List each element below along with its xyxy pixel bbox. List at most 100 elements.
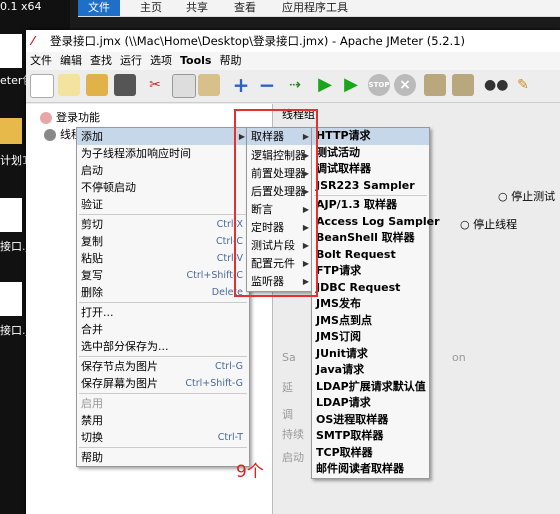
menu-edit[interactable]: 编辑 [56,52,86,70]
menu-separator [79,393,247,394]
menu-options[interactable]: 选项 [146,52,176,70]
red-highlight-box [234,109,318,297]
faint-label: 调 [282,408,293,421]
templates-icon[interactable] [58,74,80,96]
desktop-label-plan[interactable]: 计划1 [0,152,29,168]
sampler-test-action[interactable]: 测试活动 [312,145,429,162]
faint-label: 持续 [282,428,304,441]
menu-item-merge[interactable]: 合并 [77,321,249,338]
menu-item-add-response-time[interactable]: 为子线程添加响应时间 [77,145,249,162]
sampler-access-log[interactable]: Access Log Sampler [312,214,440,231]
menu-item-start[interactable]: 启动 [77,162,249,179]
collapse-icon[interactable]: − [256,74,278,96]
menu-item-save-selection[interactable]: 选中部分保存为... [77,338,249,355]
menu-tools[interactable]: Tools [176,52,215,70]
jmeter-feather-icon: ⁄ [32,34,35,48]
open-icon[interactable] [86,74,108,96]
sampler-jms-subscriber[interactable]: JMS订阅 [312,329,429,346]
faint-label: on [452,351,466,364]
menu-item-disable[interactable]: 禁用 [77,412,249,429]
sampler-bolt[interactable]: Bolt Request [312,247,429,264]
menu-item-paste[interactable]: 粘贴 Ctrl-V [77,250,249,267]
sampler-jdbc[interactable]: JDBC Request [312,280,429,297]
folder-icon[interactable] [0,118,22,144]
menu-separator [79,214,247,215]
paste-icon[interactable] [198,74,220,96]
desktop-label-top: 0.1 x64 [0,0,42,13]
start-no-pause-icon[interactable]: ▶ [340,74,362,96]
search-icon[interactable]: ●● [484,74,508,96]
cut-icon[interactable]: ✂ [144,74,166,96]
menu-file[interactable]: 文件 [26,52,56,70]
faint-label: Sa [282,351,296,364]
menu-item-delete[interactable]: 删除 Delete [77,284,249,301]
save-icon[interactable] [114,74,136,96]
expand-icon[interactable]: + [230,74,252,96]
radio-stop-test-label[interactable]: ○ 停止测试 [498,188,555,204]
stop-icon: STOP [368,74,390,96]
desktop-file-icon[interactable] [0,34,22,68]
sampler-ftp[interactable]: FTP请求 [312,263,429,280]
radio-stop-thread[interactable]: ○ 停止线程 [460,216,517,232]
toggle-icon[interactable]: ⇢ [284,74,306,96]
sampler-os-process[interactable]: OS进程取样器 [312,412,429,429]
gear-icon [44,129,56,141]
ribbon-tab-file[interactable]: 文件 [78,0,120,16]
clear-all-icon[interactable] [452,74,474,96]
sampler-ldap-extended[interactable]: LDAP扩展请求默认值 [312,379,429,396]
start-icon[interactable]: ▶ [314,74,336,96]
menu-item-toggle[interactable]: 切换 Ctrl-T [77,429,249,446]
reset-search-icon[interactable]: ✎ [512,74,534,96]
menu-item-open[interactable]: 打开... [77,304,249,321]
sampler-tcp[interactable]: TCP取样器 [312,445,429,462]
menu-item-save-screen-image[interactable]: 保存屏幕为图片 Ctrl+Shift-G [77,375,249,392]
sampler-ajp[interactable]: AJP/1.3 取样器 [312,197,429,214]
desktop-jmx-icon[interactable] [0,198,22,232]
shutdown-icon: × [394,74,416,96]
sampler-jms-publisher[interactable]: JMS发布 [312,296,429,313]
sampler-jsr223[interactable]: JSR223 Sampler [312,178,429,195]
menu-item-enable: 启用 [81,397,103,410]
menu-item-duplicate[interactable]: 复写 Ctrl+Shift-C [77,267,249,284]
sampler-smtp[interactable]: SMTP取样器 [312,428,429,445]
clear-icon[interactable] [424,74,446,96]
desktop-jmx-icon[interactable] [0,282,22,316]
sampler-java[interactable]: Java请求 [312,362,429,379]
sampler-mail-reader[interactable]: 邮件阅读者取样器 [312,461,429,478]
menu-item-copy[interactable]: 复制 Ctrl-C [77,233,249,250]
menu-item-help[interactable]: 帮助 [77,449,249,466]
ribbon-tab-view[interactable]: 查看 [234,0,256,16]
ribbon-tab-home[interactable]: 主页 [140,0,162,16]
annotation-count: 9个 [236,462,264,482]
menu-item-start-no-pause[interactable]: 不停顿启动 [77,179,249,196]
menu-search[interactable]: 查找 [86,52,116,70]
tree-node-root[interactable]: 登录功能 [40,109,100,125]
menu-item-add[interactable]: 添加 ▶ [77,128,249,145]
menu-help[interactable]: 帮助 [215,52,245,70]
new-icon[interactable] [30,74,54,98]
sampler-jms-p2p[interactable]: JMS点到点 [312,313,429,330]
menu-separator [79,302,247,303]
title-bar: ⁄ 登录接口.jmx (\\Mac\Home\Desktop\登录接口.jmx)… [26,30,560,52]
explorer-ribbon: 文件 主页 共享 查看 应用程序工具 [78,0,560,17]
menu-separator [314,195,427,196]
sampler-beanshell[interactable]: BeanShell 取样器 [312,230,429,247]
toolbar: ✂ + − ⇢ ▶ ▶ STOP × ●● ✎ [26,70,560,103]
menu-bar: 文件 编辑 查找 运行 选项 Tools 帮助 [26,52,560,70]
copy-icon[interactable] [172,74,196,98]
menu-item-save-node-image[interactable]: 保存节点为图片 Ctrl-G [77,358,249,375]
menu-run[interactable]: 运行 [116,52,146,70]
sampler-http-request[interactable]: HTTP请求 [312,128,429,145]
sampler-submenu: HTTP请求 测试活动 调试取样器 JSR223 Sampler AJP/1.3… [311,127,440,479]
context-menu: 添加 ▶ 为子线程添加响应时间 启动 不停顿启动 验证 剪切 Ctrl-X 复制 Ct… [76,127,250,467]
sampler-debug[interactable]: 调试取样器 [312,161,429,178]
ribbon-tab-share[interactable]: 共享 [186,0,208,16]
menu-item-validate[interactable]: 验证 [77,196,249,213]
sampler-ldap[interactable]: LDAP请求 [312,395,429,412]
menu-separator [79,447,247,448]
test-plan-icon [40,112,52,124]
sampler-junit[interactable]: JUnit请求 [312,346,429,363]
menu-item-cut[interactable]: 剪切 Ctrl-X [77,216,249,233]
ribbon-tab-apptools[interactable]: 应用程序工具 [282,0,348,16]
menu-separator [79,356,247,357]
